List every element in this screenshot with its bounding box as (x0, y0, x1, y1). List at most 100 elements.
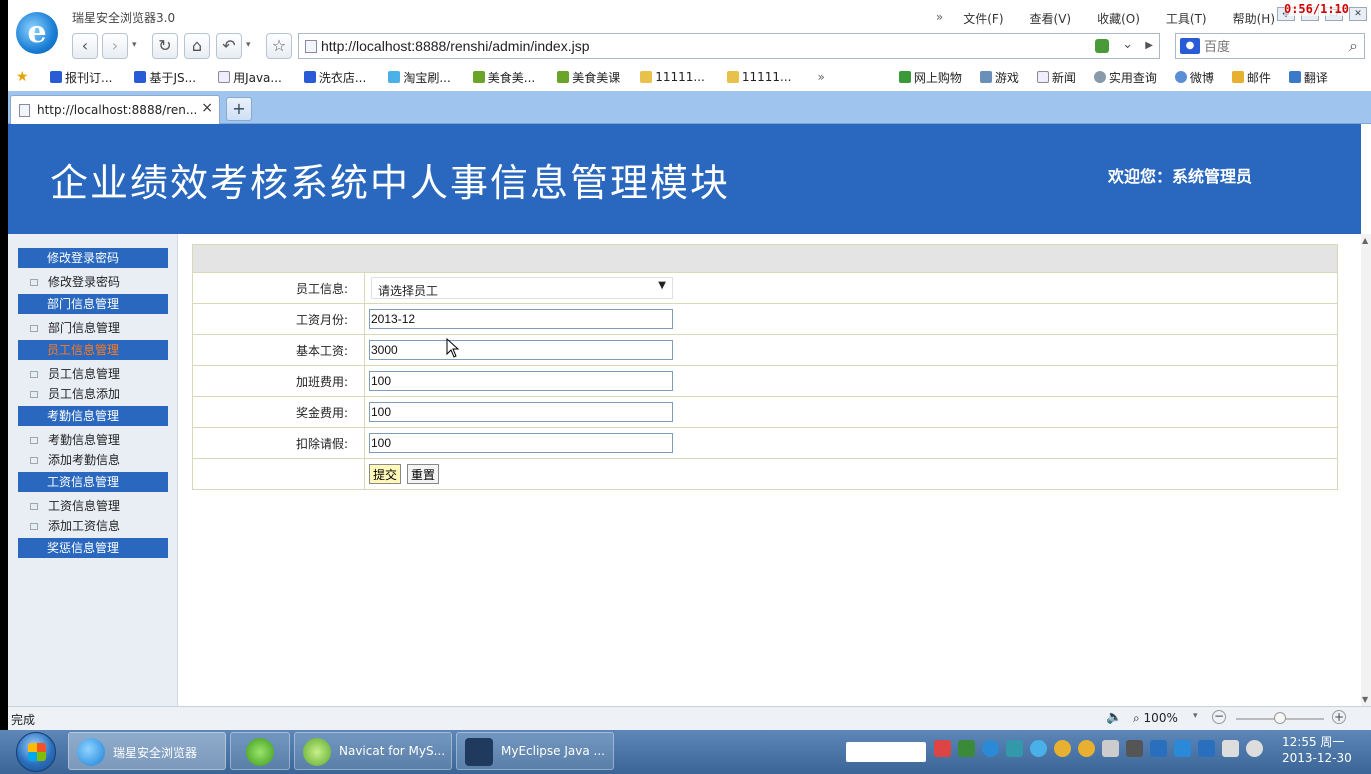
page-banner: 企业绩效考核系统中人事信息管理模块 欢迎您：系统管理员 (8, 124, 1361, 234)
task-myeclipse[interactable]: MyEclipse Java ... (456, 732, 614, 770)
sidebar-item-change-password[interactable]: 修改登录密码 (30, 274, 120, 290)
sidebar-item-attendance-manage[interactable]: 考勤信息管理 (30, 432, 120, 448)
search-icon[interactable]: ⌕ (1349, 36, 1358, 56)
menu-file[interactable]: 文件(F) (963, 10, 1003, 27)
forward-icon[interactable]: › (102, 33, 128, 59)
favorite-translate[interactable]: 翻译 (1288, 69, 1328, 86)
favorite-item[interactable]: 美食美... (472, 69, 535, 86)
menu-more-icon[interactable]: » (936, 10, 943, 27)
favorite-item[interactable]: 用Java... (218, 69, 282, 86)
baidu-icon[interactable]: ● (1180, 38, 1200, 54)
submit-button[interactable]: 提交 (369, 464, 402, 484)
favorite-folder[interactable]: 11111... (726, 70, 791, 84)
tray-app-icon[interactable] (958, 740, 975, 757)
input-method-box[interactable] (846, 742, 926, 762)
qq-icon[interactable] (1054, 740, 1071, 757)
vertical-scrollbar[interactable]: ▲ ▼ (1361, 234, 1371, 706)
close-window-icon[interactable]: ✕ (1349, 7, 1367, 21)
favorite-item[interactable]: 基于JS... (134, 69, 196, 86)
sidebar-group-password[interactable]: 修改登录密码 (18, 248, 168, 268)
favorite-mail[interactable]: 邮件 (1231, 69, 1271, 86)
salary-month-input[interactable] (369, 309, 673, 329)
tray-search-icon[interactable] (982, 740, 999, 757)
task-360[interactable] (230, 732, 290, 770)
sidebar-group-attendance[interactable]: 考勤信息管理 (18, 406, 168, 426)
sidebar-group-department[interactable]: 部门信息管理 (18, 294, 168, 314)
sogou-icon[interactable] (934, 740, 951, 757)
zoom-slider-handle[interactable] (1274, 712, 1286, 724)
sidebar-item-employee-manage[interactable]: 员工信息管理 (30, 366, 120, 382)
leave-deduction-input[interactable] (369, 433, 673, 453)
tab-current[interactable]: http://localhost:8888/ren... × (10, 95, 220, 124)
favorites-more-icon[interactable]: » (817, 70, 824, 84)
bonus-fee-input[interactable] (369, 402, 673, 422)
history-dropdown-icon[interactable]: ▾ (132, 40, 137, 50)
volume-icon[interactable] (1246, 740, 1263, 757)
undo-close-icon[interactable]: ↶ (216, 33, 242, 59)
bookmark-star-icon[interactable]: ☆ (266, 33, 292, 59)
undo-dropdown-icon[interactable]: ▾ (246, 40, 251, 50)
favorite-item[interactable]: 报刊订... (50, 69, 112, 86)
favorite-item[interactable]: 美食美课 (557, 69, 620, 86)
bullet-icon (30, 437, 38, 444)
sidebar-item-salary-add[interactable]: 添加工资信息 (30, 518, 120, 534)
menu-favorites[interactable]: 收藏(O) (1097, 10, 1140, 27)
sound-icon[interactable]: 🔈 (1106, 710, 1122, 725)
favorite-games[interactable]: 游戏 (979, 69, 1019, 86)
sidebar-group-rewards[interactable]: 奖惩信息管理 (18, 538, 168, 558)
zoom-level[interactable]: ⌕ 100% (1133, 711, 1178, 726)
tray-app2-icon[interactable] (1174, 740, 1191, 757)
go-icon[interactable]: ▶ (1145, 40, 1153, 51)
search-input[interactable] (1204, 38, 1334, 54)
network-icon[interactable] (1222, 740, 1239, 757)
favorite-item[interactable]: 淘宝刷... (388, 69, 451, 86)
zoom-out-icon[interactable]: − (1212, 710, 1226, 724)
base-salary-input[interactable] (369, 340, 673, 360)
zoom-in-icon[interactable]: + (1332, 710, 1346, 724)
tray-network-icon[interactable] (1006, 740, 1023, 757)
reset-button[interactable]: 重置 (407, 464, 440, 484)
favorites-star-icon[interactable]: ★ (16, 69, 34, 85)
tray-cloud-icon[interactable] (1030, 740, 1047, 757)
start-button[interactable] (16, 732, 56, 772)
refresh-icon[interactable]: ↻ (152, 33, 178, 59)
scroll-up-icon[interactable]: ▲ (1362, 236, 1368, 245)
menu-view[interactable]: 查看(V) (1030, 10, 1072, 27)
address-dropdown-icon[interactable]: ⌄ (1122, 37, 1133, 52)
back-icon[interactable]: ‹ (72, 33, 98, 59)
task-navicat[interactable]: Navicat for MyS... (294, 732, 452, 770)
tray-shield-icon[interactable] (1150, 740, 1167, 757)
tray-update-icon[interactable] (1102, 740, 1119, 757)
favorite-folder[interactable]: 11111... (640, 70, 705, 84)
favorite-query[interactable]: 实用查询 (1093, 69, 1157, 86)
new-tab-button[interactable]: + (226, 97, 252, 121)
qq-icon[interactable] (1078, 740, 1095, 757)
task-browser[interactable]: 瑞星安全浏览器 (68, 732, 226, 770)
search-box[interactable]: ● ⌕ (1175, 33, 1365, 59)
sidebar-item-attendance-add[interactable]: 添加考勤信息 (30, 452, 120, 468)
favorite-shopping[interactable]: 网上购物 (898, 69, 962, 86)
favorite-weibo[interactable]: 微博 (1174, 69, 1214, 86)
favorite-item[interactable]: 洗衣店... (303, 69, 366, 86)
employee-select[interactable]: 请选择员工 ▼ (371, 277, 673, 299)
scroll-down-icon[interactable]: ▼ (1362, 695, 1368, 704)
sidebar-item-department-manage[interactable]: 部门信息管理 (30, 320, 120, 336)
form-row-overtime: 加班费用: (192, 365, 1338, 397)
sidebar-item-salary-manage[interactable]: 工资信息管理 (30, 498, 120, 514)
favorite-news[interactable]: 新闻 (1036, 69, 1076, 86)
overtime-fee-input[interactable] (369, 371, 673, 391)
tray-tool-icon[interactable] (1126, 740, 1143, 757)
sidebar-group-salary[interactable]: 工资信息管理 (18, 472, 168, 492)
menu-tools[interactable]: 工具(T) (1166, 10, 1207, 27)
zoom-dropdown-icon[interactable]: ▾ (1193, 711, 1198, 721)
security-shield-icon[interactable] (1095, 39, 1109, 53)
address-bar[interactable]: ⌄ ▶ (298, 33, 1160, 59)
home-icon[interactable]: ⌂ (184, 33, 210, 59)
security-icon[interactable] (1198, 740, 1215, 757)
address-input[interactable] (321, 37, 1081, 55)
clock[interactable]: 12:55 周一 2013-12-30 (1282, 734, 1352, 766)
sidebar-group-employee[interactable]: 员工信息管理 (18, 340, 168, 360)
green-app-icon (246, 738, 274, 766)
sidebar-item-employee-add[interactable]: 员工信息添加 (30, 386, 120, 402)
tab-close-icon[interactable]: × (201, 100, 213, 116)
